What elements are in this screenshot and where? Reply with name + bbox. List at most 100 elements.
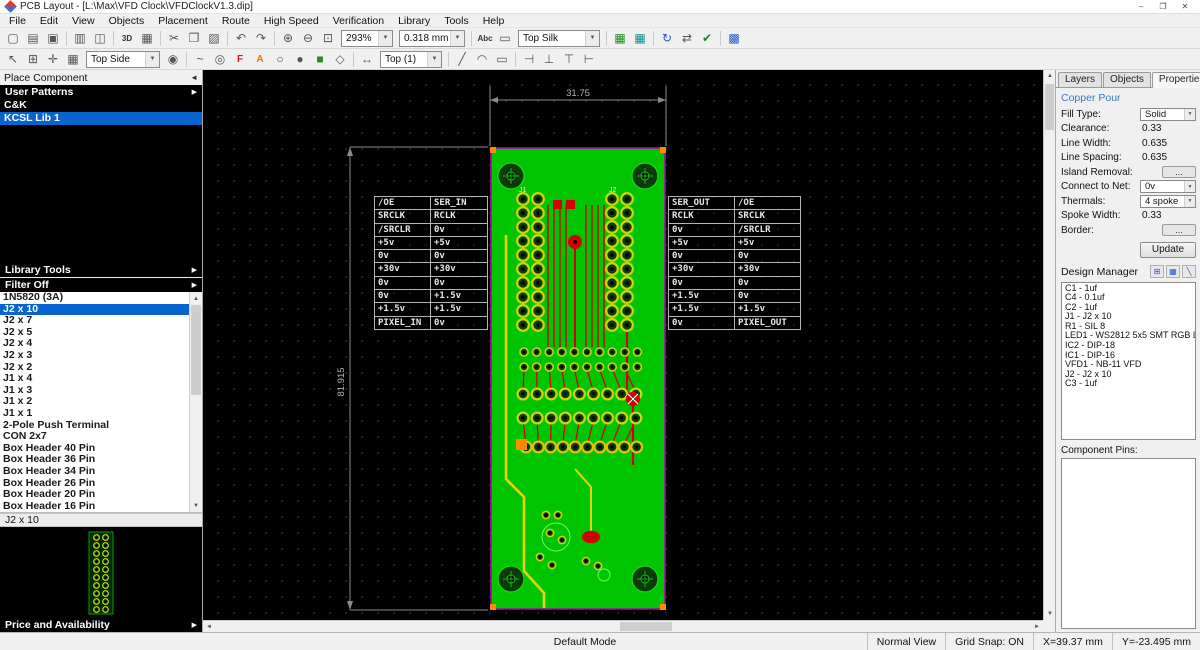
print-preview-button[interactable]: ◫ — [90, 29, 110, 48]
via-button[interactable]: ◎ — [210, 50, 230, 69]
chevron-down-icon[interactable]: ▼ — [427, 52, 441, 67]
zoom-combobox[interactable]: 293% ▼ — [341, 30, 393, 47]
multi-select-button[interactable]: ⊞ — [23, 50, 43, 69]
menu-item[interactable]: Objects — [102, 14, 152, 27]
fill-type-combobox[interactable]: Solid ▼ — [1140, 108, 1196, 121]
zoom-out-button[interactable]: ⊖ — [298, 29, 318, 48]
component-list-item[interactable]: J1 x 4 — [0, 373, 189, 385]
align-bottom-button[interactable]: ⊥ — [539, 50, 559, 69]
library-tools-header[interactable]: Library Tools ▶ — [0, 263, 202, 277]
scroll-down-icon[interactable]: ▼ — [190, 499, 202, 512]
chevron-down-icon[interactable]: ▼ — [585, 31, 599, 46]
component-list-item[interactable]: Box Header 16 Pin — [0, 501, 189, 512]
scroll-down-icon[interactable]: ▼ — [1044, 608, 1056, 620]
route-setup-button[interactable]: ▦ — [610, 29, 630, 48]
component-list-scrollbar[interactable]: ▲ ▼ — [189, 292, 202, 512]
redo-button[interactable]: ↷ — [251, 29, 271, 48]
undo-button[interactable]: ↶ — [231, 29, 251, 48]
zoom-in-button[interactable]: ⊕ — [278, 29, 298, 48]
mounting-hole[interactable] — [632, 566, 658, 592]
hide-panel-icon[interactable]: ╲ — [1182, 265, 1196, 278]
menu-item[interactable]: Verification — [326, 14, 391, 27]
component-list-item[interactable]: Box Header 34 Pin — [0, 466, 189, 478]
connect-net-combobox[interactable]: 0v ▼ — [1140, 180, 1196, 193]
update-button[interactable]: Update — [1140, 242, 1196, 258]
net-label-table-left[interactable]: /OE SER_IN SRCLK RCLK /SRCLR 0v +5v +5v … — [374, 196, 488, 330]
pattern-editor-button[interactable]: ▦ — [137, 29, 157, 48]
canvas-horizontal-scrollbar[interactable]: ◄ ► — [203, 620, 1043, 632]
chevron-down-icon[interactable]: ▼ — [1184, 109, 1195, 120]
cut-button[interactable]: ✂ — [164, 29, 184, 48]
search-button[interactable]: ◉ — [163, 50, 183, 69]
line-spacing-value[interactable]: 0.635 — [1140, 152, 1167, 163]
component-list-item[interactable]: CON 2x7 — [0, 431, 189, 443]
menu-item[interactable]: Tools — [437, 14, 476, 27]
menu-item[interactable]: Placement — [151, 14, 215, 27]
save-file-button[interactable]: ▣ — [43, 29, 63, 48]
print-button[interactable]: ▥ — [70, 29, 90, 48]
pcb-board[interactable]: J1 J2 — [490, 147, 666, 610]
filled-circle-tool-button[interactable]: ● — [290, 50, 310, 69]
line-width-value[interactable]: 0.635 — [1140, 138, 1167, 149]
chevron-down-icon[interactable]: ▼ — [1184, 196, 1195, 207]
circle-tool-button[interactable]: ○ — [270, 50, 290, 69]
menu-item[interactable]: Library — [391, 14, 437, 27]
chevron-down-icon[interactable]: ▼ — [450, 31, 464, 46]
polygon-tool-button[interactable]: ◇ — [330, 50, 350, 69]
component-list-item[interactable]: 1N5820 (3A) — [0, 292, 189, 304]
arc-tool-button[interactable]: ◠ — [472, 50, 492, 69]
scrollbar-thumb[interactable] — [620, 622, 672, 631]
copy-button[interactable]: ❐ — [184, 29, 204, 48]
compare-schematic-button[interactable]: ⇄ — [677, 29, 697, 48]
canvas-vertical-scrollbar[interactable]: ▲ ▼ — [1043, 70, 1055, 620]
price-availability-header[interactable]: Price and Availability ▶ — [0, 618, 202, 632]
menu-item[interactable]: Edit — [33, 14, 65, 27]
align-top-button[interactable]: ⊤ — [559, 50, 579, 69]
dimension-tool-button[interactable]: ↔ — [357, 50, 377, 69]
dock-toggle-icon[interactable]: ⊞ — [1150, 265, 1164, 278]
line-tool-button[interactable]: ╱ — [452, 50, 472, 69]
scroll-up-icon[interactable]: ▲ — [1044, 70, 1056, 82]
tab-objects[interactable]: Objects — [1103, 72, 1151, 87]
scroll-up-icon[interactable]: ▲ — [190, 292, 202, 305]
minimize-icon[interactable]: – — [1130, 0, 1152, 13]
component-list-item[interactable]: J1 x 1 — [0, 408, 189, 420]
component-list-item[interactable]: J2 x 3 — [0, 350, 189, 362]
design-manager-item[interactable]: C3 - 1uf — [1062, 379, 1195, 389]
menu-item[interactable]: High Speed — [257, 14, 326, 27]
grid-size-combobox[interactable]: 0.318 mm ▼ — [399, 30, 465, 47]
component-pins-list[interactable] — [1061, 458, 1196, 630]
tab-properties[interactable]: Properties — [1152, 72, 1200, 88]
close-icon[interactable]: ✕ — [1174, 0, 1196, 13]
update-pcb-button[interactable]: ↻ — [657, 29, 677, 48]
align-right-button[interactable]: ⊢ — [579, 50, 599, 69]
border-button[interactable]: ... — [1162, 224, 1196, 236]
silk-layer-combobox[interactable]: Top Silk ▼ — [518, 30, 600, 47]
new-file-button[interactable]: ▢ — [3, 29, 23, 48]
menu-item[interactable]: File — [2, 14, 33, 27]
library-item[interactable]: C&K — [0, 99, 202, 112]
chevron-down-icon[interactable]: ▼ — [378, 31, 392, 46]
pcb-canvas[interactable]: 31.75 81.915 — [203, 70, 1043, 620]
origin-button[interactable]: ✛ — [43, 50, 63, 69]
library-item[interactable]: KCSL Lib 1 — [0, 112, 202, 125]
scrollbar-thumb[interactable] — [1045, 84, 1054, 130]
maximize-icon[interactable]: ❐ — [1152, 0, 1174, 13]
rect-tool-button[interactable]: ▭ — [492, 50, 512, 69]
scrollbar-thumb[interactable] — [191, 305, 201, 395]
user-patterns-header[interactable]: User Patterns ▶ — [0, 85, 202, 99]
mounting-hole[interactable] — [498, 163, 524, 189]
thermals-combobox[interactable]: 4 spoke ▼ — [1140, 195, 1196, 208]
tab-layers[interactable]: Layers — [1058, 72, 1102, 87]
signal-layer-combobox[interactable]: Top (1) ▼ — [380, 51, 442, 68]
fanout-button[interactable]: F — [230, 50, 250, 69]
place-component-button[interactable]: ▭ — [495, 29, 515, 48]
select-tool-button[interactable]: ↖ — [3, 50, 23, 69]
mounting-hole[interactable] — [498, 566, 524, 592]
component-list-item[interactable]: Box Header 20 Pin — [0, 489, 189, 501]
route-trace-button[interactable]: ~ — [190, 50, 210, 69]
copper-pour-button[interactable]: ■ — [310, 50, 330, 69]
menu-item[interactable]: Help — [476, 14, 512, 27]
menu-item[interactable]: View — [65, 14, 102, 27]
chevron-down-icon[interactable]: ▼ — [1184, 181, 1195, 192]
